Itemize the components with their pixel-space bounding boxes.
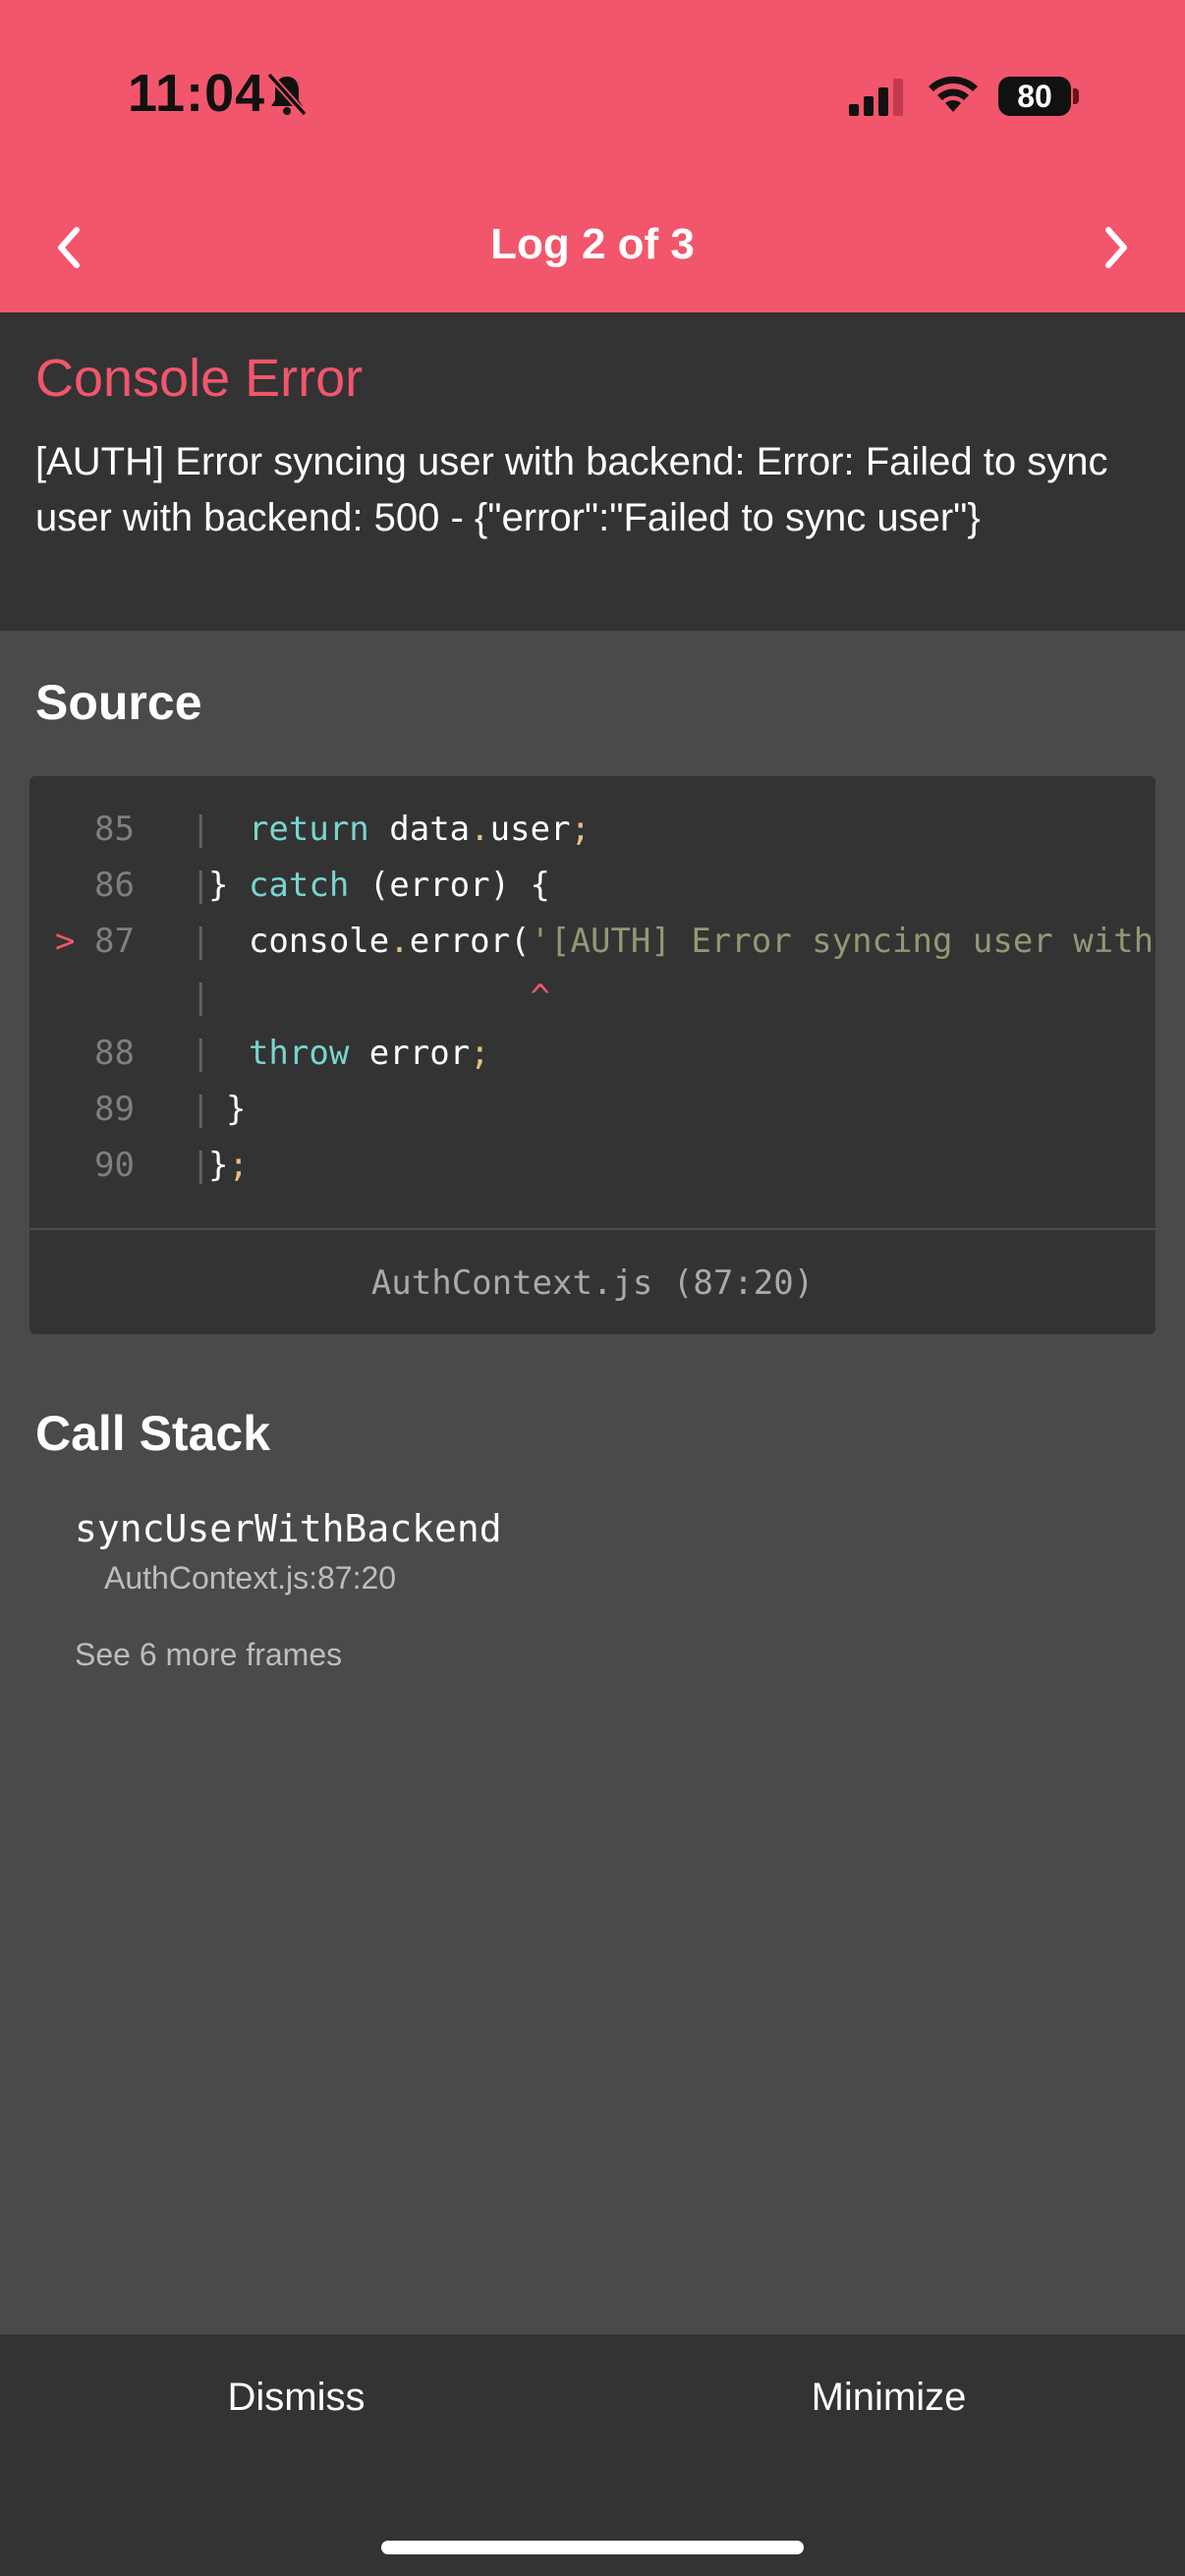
code-line: 88 | throw error;: [29, 1022, 1156, 1078]
see-more-frames-link[interactable]: See 6 more frames: [75, 1637, 342, 1673]
error-caret: ^: [208, 978, 550, 1017]
line-number: 87: [94, 922, 135, 961]
code-line-caret: | ^: [29, 966, 1156, 1022]
code-text: }: [226, 1090, 247, 1129]
code-text: };: [208, 1146, 249, 1185]
code-line: 89 | }: [29, 1078, 1156, 1134]
home-indicator[interactable]: [381, 2541, 804, 2554]
log-position-title: Log 2 of 3: [490, 220, 695, 268]
code-frame[interactable]: 85 | return data.user; 86 | } catch (err…: [29, 776, 1156, 1334]
status-time: 11:04: [128, 64, 266, 123]
bell-slash-icon: [266, 72, 308, 117]
error-message: [AUTH] Error syncing user with backend: …: [35, 440, 1108, 539]
source-location-bar[interactable]: AuthContext.js (87:20): [29, 1228, 1156, 1334]
signal-icon: [849, 79, 903, 116]
code-lines: 85 | return data.user; 86 | } catch (err…: [29, 798, 1156, 1220]
battery-tip: [1073, 88, 1079, 104]
line-number: 85: [94, 810, 135, 849]
dismiss-button[interactable]: Dismiss: [0, 2376, 592, 2435]
line-number: 89: [94, 1090, 135, 1129]
line-number: 90: [94, 1146, 135, 1185]
code-text: throw error;: [248, 1034, 490, 1073]
stack-frame-location[interactable]: AuthContext.js:87:20: [104, 1560, 396, 1596]
chevron-right-icon[interactable]: [1097, 224, 1136, 271]
minimize-button[interactable]: Minimize: [592, 2376, 1185, 2435]
line-number: 86: [94, 866, 135, 905]
call-stack-title: Call Stack: [35, 1406, 271, 1461]
code-line: 90 | };: [29, 1134, 1156, 1190]
error-title: Console Error: [35, 349, 364, 408]
wifi-icon: [929, 76, 978, 112]
code-line-error: > 87 | console.error('[AUTH] Error synci…: [29, 910, 1156, 966]
code-text: return data.user;: [248, 810, 591, 849]
stack-frame-name[interactable]: syncUserWithBackend: [75, 1507, 502, 1550]
source-location[interactable]: AuthContext.js (87:20): [29, 1263, 1156, 1303]
source-title: Source: [35, 675, 202, 730]
code-text: } catch (error) {: [208, 866, 551, 905]
code-line: 86 | } catch (error) {: [29, 854, 1156, 910]
error-line-marker: >: [55, 922, 76, 961]
line-number: 88: [94, 1034, 135, 1073]
code-text: console.error('[AUTH] Error syncing user…: [248, 922, 1152, 961]
code-line: 85 | return data.user;: [29, 798, 1156, 854]
gutter-divider: |: [191, 1090, 211, 1129]
battery-level: 80: [1017, 79, 1052, 114]
